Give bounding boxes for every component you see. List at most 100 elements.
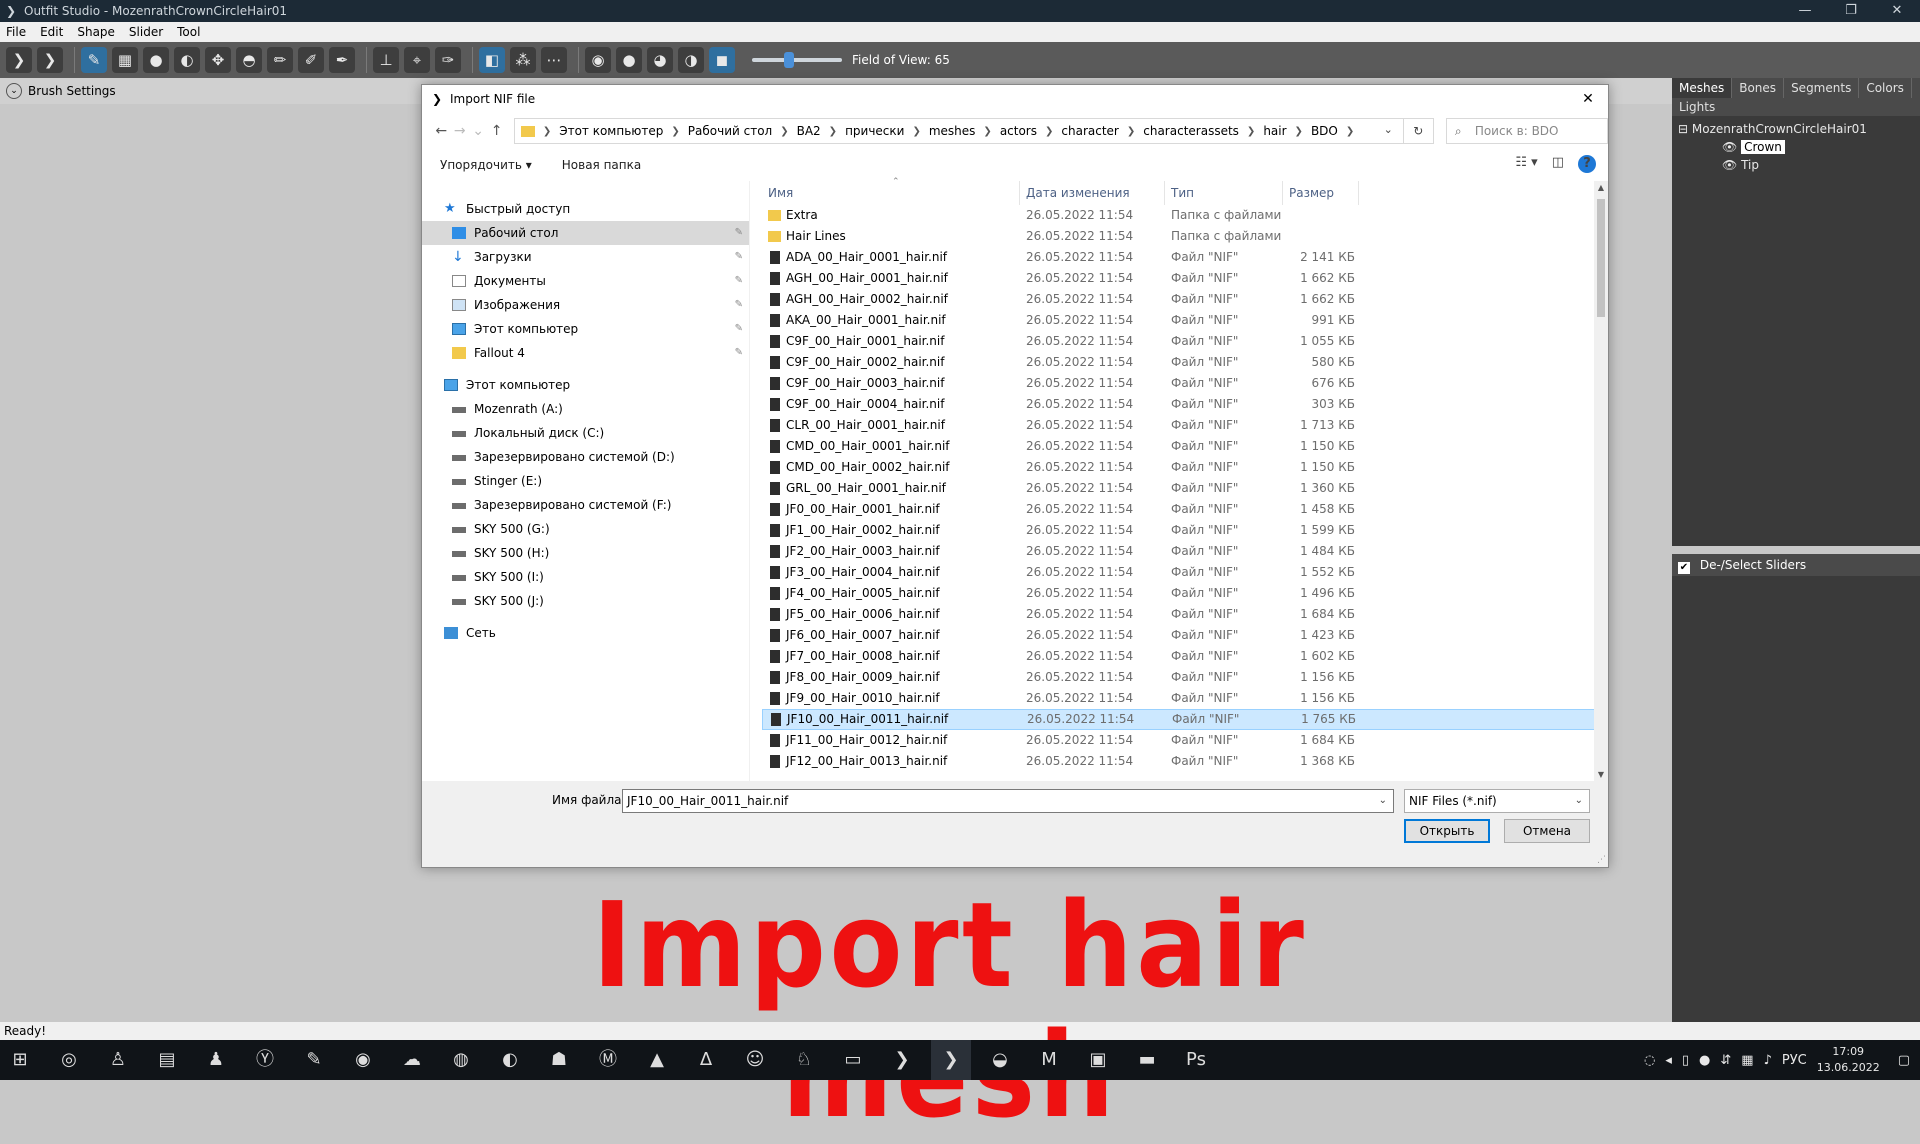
file-row[interactable]: CLR_00_Hair_0001_hair.nif 26.05.2022 11:5… [762,415,1608,436]
tray-device-icon[interactable]: ▯ [1682,1053,1689,1068]
new-folder-button[interactable]: Новая папка [562,158,641,172]
fov-slider-knob[interactable] [784,52,794,68]
bae-app-icon[interactable]: ▬ [1127,1040,1167,1080]
scroll-down-icon[interactable]: ▼ [1594,770,1608,779]
start-icon[interactable]: ⊞ [0,1040,40,1080]
breadcrumb-separator[interactable]: ❯ [1295,126,1303,137]
nav-item[interactable]: SKY 500 (I:) [422,565,749,589]
blender-icon[interactable]: ◒ [980,1040,1020,1080]
address-bar[interactable]: ❯ Этот компьютер ❯ Рабочий стол ❯ BA2 ❯ … [513,118,1434,144]
head-app-icon[interactable]: ☗ [539,1040,579,1080]
mega-icon[interactable]: Ⓜ [588,1040,628,1080]
nav-item[interactable]: Рабочий стол ✎ [422,221,749,245]
file-row[interactable]: JF3_00_Hair_0004_hair.nif 26.05.2022 11:5… [762,562,1608,583]
cloud-app-icon[interactable]: ☁ [392,1040,432,1080]
breadcrumb-separator[interactable]: ❯ [983,126,991,137]
outfit-studio-active-icon[interactable]: ❯ [931,1040,971,1080]
nav-item[interactable]: Зарезервировано системой (D:) [422,445,749,469]
cancel-button[interactable]: Отмена [1504,819,1590,843]
breadcrumb-item[interactable]: BDO [1311,124,1338,138]
file-row[interactable]: JF0_00_Hair_0001_hair.nif 26.05.2022 11:5… [762,499,1608,520]
nav-item[interactable]: Mozenrath (A:) [422,397,749,421]
restore-icon[interactable]: ❐ [1828,0,1874,22]
file-row[interactable]: C9F_00_Hair_0004_hair.nif 26.05.2022 11:5… [762,394,1608,415]
file-row[interactable]: JF4_00_Hair_0005_hair.nif 26.05.2022 11:5… [762,583,1608,604]
nav-item[interactable]: Изображения ✎ [422,293,749,317]
back-arrow-icon[interactable]: ← [432,123,450,139]
globe-app-icon[interactable]: ◍ [441,1040,481,1080]
language-indicator[interactable]: РУС [1782,1053,1807,1068]
nav-item[interactable]: ↓ Загрузки ✎ [422,245,749,269]
file-row[interactable]: JF10_00_Hair_0011_hair.nif 26.05.2022 11:… [762,709,1608,730]
nav-item[interactable]: Локальный диск (C:) [422,421,749,445]
globe-app2-icon[interactable]: ◐ [490,1040,530,1080]
column-header-date[interactable]: Дата изменения [1020,181,1165,205]
tree-item-tip[interactable]: 👁 Tip [1678,156,1914,174]
file-row[interactable]: JF1_00_Hair_0002_hair.nif 26.05.2022 11:5… [762,520,1608,541]
menu-edit[interactable]: Edit [40,25,63,39]
volume-icon[interactable]: ♪ [1764,1053,1772,1068]
split-edge-icon[interactable]: ✑ [435,47,461,73]
transform-tool-icon[interactable]: ❯ [37,47,63,73]
file-row[interactable]: JF2_00_Hair_0003_hair.nif 26.05.2022 11:5… [762,541,1608,562]
alpha-tool-icon[interactable]: ✒ [329,47,355,73]
breadcrumb-separator[interactable]: ❯ [780,126,788,137]
file-row[interactable]: ADA_00_Hair_0001_hair.nif 26.05.2022 11:5… [762,247,1608,268]
obs-icon[interactable]: ◎ [49,1040,89,1080]
tray-arrow-icon[interactable]: ◂ [1665,1053,1672,1068]
file-row[interactable]: Hair Lines 26.05.2022 11:54 Папка с файлам… [762,226,1608,247]
vertical-scrollbar[interactable]: ▲ ▼ [1594,181,1608,781]
flip-edge-icon[interactable]: ⌖ [404,47,430,73]
column-header-size[interactable]: Размер [1283,181,1359,205]
tray-usb-icon[interactable]: ⇵ [1720,1053,1731,1068]
breadcrumb-item[interactable]: BA2 [797,124,821,138]
dialog-close-icon[interactable]: ✕ [1568,85,1608,113]
tray-app-icon[interactable]: ◌ [1644,1053,1655,1068]
breadcrumb-separator[interactable]: ❯ [1247,126,1255,137]
breadcrumb-item[interactable]: actors [1000,124,1037,138]
pin-icon[interactable]: ✎ [735,341,743,365]
open-button[interactable]: Открыть [1404,819,1490,843]
nav-item[interactable]: Fallout 4 ✎ [422,341,749,365]
move-tool-icon[interactable]: ✥ [205,47,231,73]
smooth-tool-icon[interactable]: ◓ [236,47,262,73]
m-app-icon[interactable]: M [1029,1040,1069,1080]
portrait-app-icon[interactable]: ☺ [735,1040,775,1080]
wireframe-icon[interactable]: ◉ [585,47,611,73]
filename-input[interactable]: JF10_00_Hair_0011_hair.nif ⌄ [622,789,1394,813]
pin-icon[interactable]: ✎ [735,245,743,269]
file-row[interactable]: AKA_00_Hair_0001_hair.nif 26.05.2022 11:5… [762,310,1608,331]
scrollbar-thumb[interactable] [1597,199,1605,317]
mask-app-icon[interactable]: ♘ [784,1040,824,1080]
nav-item[interactable]: Stinger (E:) [422,469,749,493]
red-app-icon[interactable]: ▲ [637,1040,677,1080]
breadcrumb-item[interactable]: Рабочий стол [688,124,772,138]
view-list-icon[interactable]: ☷ ▾ [1515,155,1537,173]
deflate-tool-icon[interactable]: ◐ [174,47,200,73]
file-row[interactable]: C9F_00_Hair_0001_hair.nif 26.05.2022 11:5… [762,331,1608,352]
pencil-app-icon[interactable]: ✎ [294,1040,334,1080]
texture-icon[interactable]: ◕ [647,47,673,73]
file-row[interactable]: C9F_00_Hair_0003_hair.nif 26.05.2022 11:5… [762,373,1608,394]
weight-tool-icon[interactable]: ✏ [267,47,293,73]
chrome-icon[interactable]: ◉ [343,1040,383,1080]
tab-lights[interactable]: Lights [1672,98,1722,116]
chevron-down-icon[interactable]: ⌄ [1379,790,1387,812]
color-tool-icon[interactable]: ✐ [298,47,324,73]
tab-bones[interactable]: Bones [1732,78,1785,98]
breadcrumb-item[interactable]: meshes [929,124,976,138]
tab-segments[interactable]: Segments [1784,78,1860,98]
breadcrumb-item[interactable]: прически [845,124,904,138]
breadcrumb-item[interactable]: characterassets [1143,124,1239,138]
file-row[interactable]: CMD_00_Hair_0002_hair.nif 26.05.2022 11:5… [762,457,1608,478]
outfit-studio-icon[interactable]: ❯ [882,1040,922,1080]
file-row[interactable]: JF5_00_Hair_0006_hair.nif 26.05.2022 11:5… [762,604,1608,625]
scroll-up-icon[interactable]: ▲ [1594,183,1608,192]
breadcrumb-item[interactable]: Этот компьютер [559,124,663,138]
up-arrow-icon[interactable]: ↑ [487,123,505,139]
chevron-down-icon[interactable]: ⌄ [6,83,22,99]
breadcrumb-separator[interactable]: ❯ [1045,126,1053,137]
resize-grip-icon[interactable]: ⋰ [1597,855,1606,865]
nav-item[interactable]: Зарезервировано системой (F:) [422,493,749,517]
explorer-icon[interactable]: ▭ [833,1040,873,1080]
